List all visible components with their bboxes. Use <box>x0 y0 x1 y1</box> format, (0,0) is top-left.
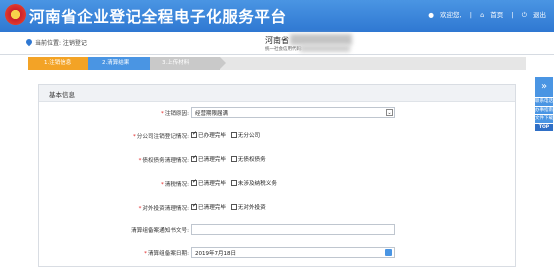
cancel-reason-value: 经营期限届满 <box>195 111 229 117</box>
no-branch-checkbox[interactable] <box>230 132 237 138</box>
step-progress: 1.注销信息 2.清算结果 3.上传材料 <box>28 57 526 70</box>
form-row-investment: *对外投资清理情况: 已清理完毕 无对外投资 <box>39 202 515 214</box>
no-tax-checkbox[interactable] <box>230 180 237 186</box>
form-row-branch: *分公司注销登记情况: 已办理完毕 无分公司 <box>39 130 515 142</box>
filing-date-value: 2019年7月18日 <box>195 251 236 257</box>
investment-cleared-checkbox[interactable] <box>191 202 197 210</box>
credit-code-label: 统一社会信用代码: <box>265 47 303 52</box>
file-download-button[interactable]: 文件下载 <box>535 115 553 123</box>
branch-label: 分公司注销登记情况: <box>136 134 189 140</box>
investment-cleared-option: 已清理完毕 <box>198 205 226 211</box>
breadcrumb: 当前位置: 注销登记 <box>35 40 87 47</box>
tax-cleared-option: 已清理完毕 <box>198 181 226 187</box>
no-debts-option: 无债权债务 <box>237 157 266 163</box>
nav-home-link[interactable]: 首页 <box>490 11 503 19</box>
cancel-reason-label: 注销原因: <box>164 111 189 117</box>
form-row-filing-date: *清算组备案日期: 2019年7月18日 <box>39 247 515 259</box>
header-bar: 河南省企业登记全程电子化服务平台 ● 欢迎您, | ⌂ 首页 | ⏻ 退出 <box>0 0 554 32</box>
enterprise-name: 河南省 <box>265 36 289 45</box>
contact-phone-button[interactable]: 联系电话 <box>535 98 553 106</box>
notice-number-input[interactable] <box>191 224 395 235</box>
branch-done-option: 已办理完毕 <box>198 133 226 139</box>
no-investment-checkbox[interactable] <box>230 204 237 210</box>
debts-cleared-option: 已清理完毕 <box>198 157 226 163</box>
panel-title: 基本信息 <box>49 91 75 99</box>
home-icon: ⌂ <box>480 11 485 19</box>
filing-date-input[interactable]: 2019年7月18日 <box>191 247 395 258</box>
location-bar: 当前位置: 注销登记 河南省 统一社会信用代码: <box>0 32 554 55</box>
redacted-enterprise-name <box>290 34 352 45</box>
chevron-down-icon: ⌄ <box>386 109 393 116</box>
redacted-credit-code <box>300 45 350 52</box>
step-cancel-info[interactable]: 1.注销信息 <box>28 57 88 70</box>
cancel-reason-select[interactable]: 经营期限届满 ⌄ <box>191 107 395 118</box>
step-arrow-icon <box>220 57 226 69</box>
tax-label: 清税情况: <box>164 182 189 188</box>
form-row-tax: *清税情况: 已清理完毕 未涉及纳税义务 <box>39 178 515 190</box>
no-investment-option: 无对外投资 <box>237 205 266 211</box>
notice-number-label: 清算组备案通知书文号: <box>131 228 189 234</box>
guide-button[interactable]: 办事指南 <box>535 106 553 114</box>
national-emblem-icon <box>5 4 26 25</box>
form-row-debts: *债权债务清理情况: 已清理完毕 无债权债务 <box>39 154 515 166</box>
step-liquidation-result[interactable]: 2.清算结果 <box>88 57 150 70</box>
expand-icon[interactable]: » <box>535 77 553 97</box>
no-branch-option: 无分公司 <box>237 133 261 139</box>
debts-cleared-checkbox[interactable] <box>191 154 197 162</box>
investment-label: 对外投资清理情况: <box>142 206 189 212</box>
no-debts-checkbox[interactable] <box>230 156 237 162</box>
location-pin-icon <box>24 37 34 47</box>
calendar-icon[interactable] <box>385 249 392 256</box>
logout-icon: ⏻ <box>521 11 527 19</box>
basic-info-panel: 基本信息 *注销原因: 经营期限届满 ⌄ *分公司注销登记情况: 已办理完毕 无… <box>38 84 516 267</box>
step-upload-materials[interactable]: 3.上传材料 <box>150 57 220 70</box>
filing-date-label: 清算组备案日期: <box>147 251 189 257</box>
branch-done-checkbox[interactable] <box>191 130 197 138</box>
tax-cleared-checkbox[interactable] <box>191 178 197 186</box>
app-title: 河南省企业登记全程电子化服务平台 <box>29 8 287 26</box>
welcome-text: 欢迎您, <box>440 11 462 19</box>
form-row-notice-number: 清算组备案通知书文号: <box>39 224 515 236</box>
panel-header: 基本信息 <box>39 85 515 102</box>
no-tax-option: 未涉及纳税义务 <box>237 181 277 187</box>
top-nav: ● 欢迎您, | ⌂ 首页 | ⏻ 退出 <box>428 11 546 19</box>
nav-logout-link[interactable]: 退出 <box>533 11 546 19</box>
floating-menu: » 联系电话 办事指南 文件下载 TOP <box>535 77 554 132</box>
debts-label: 债权债务清理情况: <box>142 158 189 164</box>
back-to-top-button[interactable]: TOP <box>535 123 553 131</box>
user-icon: ● <box>428 11 434 19</box>
form-row-cancel-reason: *注销原因: 经营期限届满 ⌄ <box>39 107 515 119</box>
